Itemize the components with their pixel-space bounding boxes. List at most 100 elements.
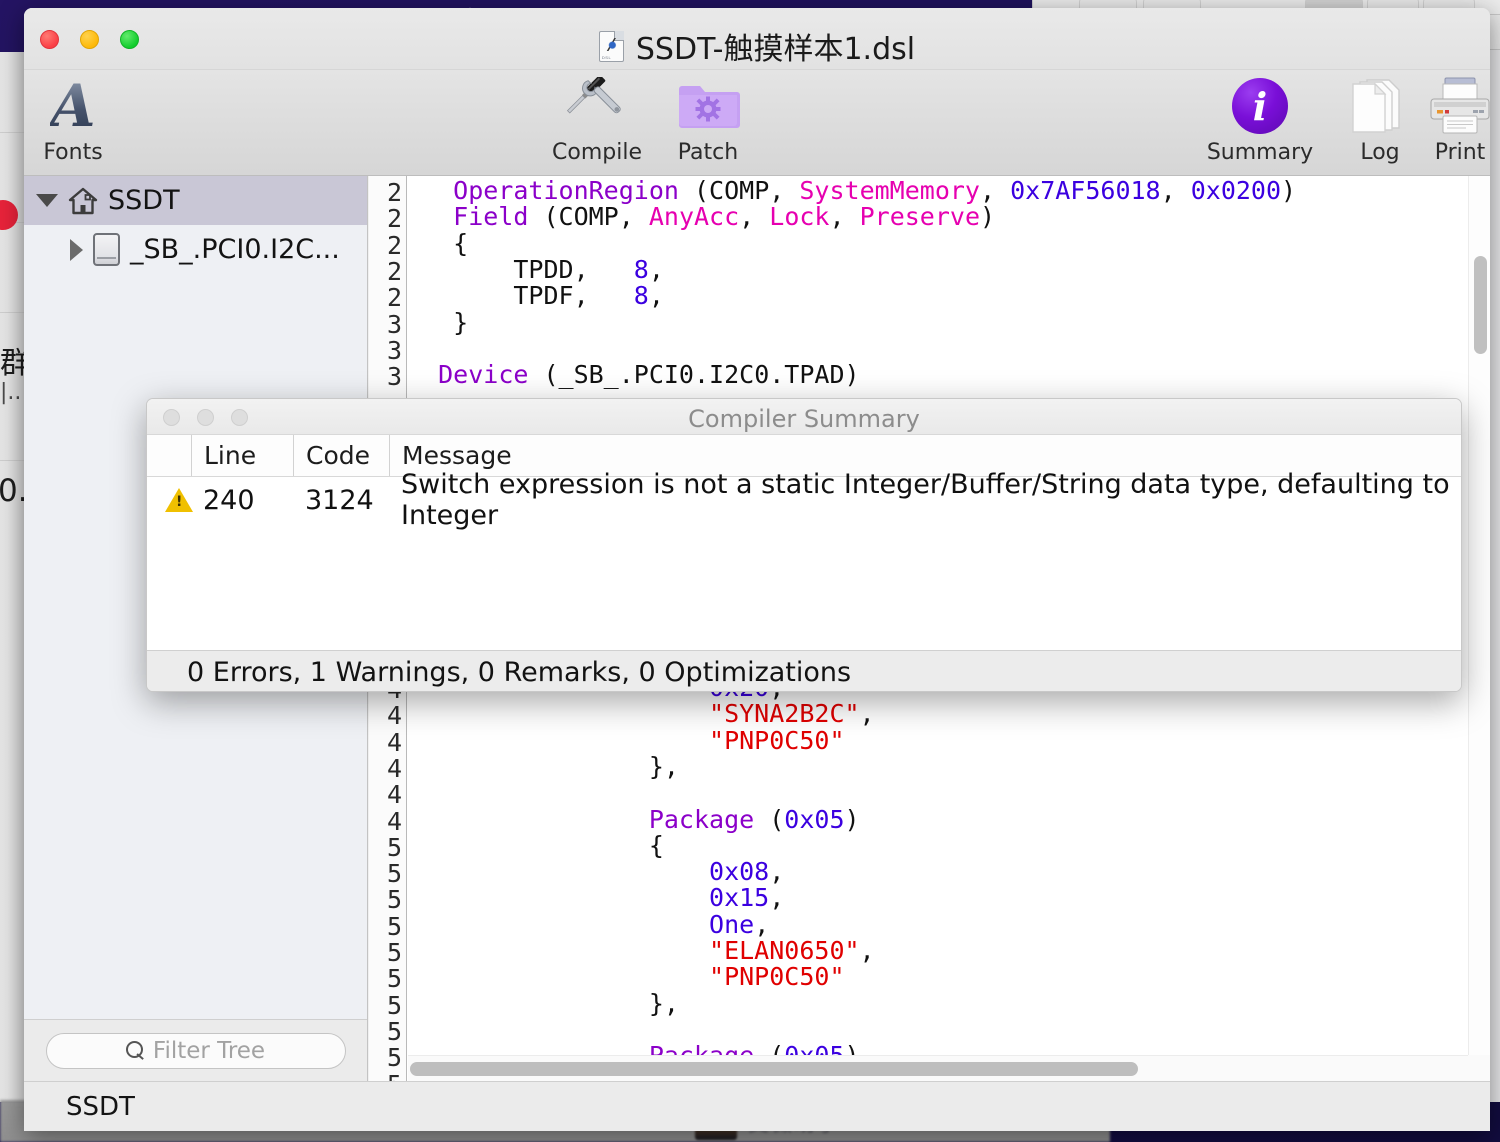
vertical-scrollbar-thumb[interactable] [1474, 256, 1487, 354]
filter-bar: Filter Tree [24, 1019, 367, 1081]
patch-icon [676, 74, 740, 138]
summary-info-glyph: i [1232, 78, 1288, 134]
toolbar-compile-label: Compile [552, 140, 642, 165]
tree-item-ssdt-root[interactable]: SSDT [24, 176, 367, 225]
code-line: }, [408, 754, 679, 780]
dialog-title: Compiler Summary [147, 405, 1461, 433]
chevron-right-icon[interactable] [70, 239, 83, 261]
table-row[interactable]: 240 3124 Switch expression is not a stat… [147, 477, 1461, 523]
code-line: { [408, 231, 468, 257]
code-line: "SYNA2B2C", [408, 701, 875, 727]
code-line: Device (_SB_.PCI0.I2C0.TPAD) [408, 362, 860, 388]
line-number: 5 [372, 912, 402, 941]
dialog-table-body[interactable]: 240 3124 Switch expression is not a stat… [147, 477, 1461, 651]
code-line: TPDF, 8, [408, 283, 664, 309]
toolbar-patch-label: Patch [678, 140, 738, 165]
tree-item-sb-pci0-i2c[interactable]: _SB_.PCI0.I2C... [24, 225, 367, 274]
line-number: 5 [372, 833, 402, 862]
code-line: Field (COMP, AnyAcc, Lock, Preserve) [408, 204, 995, 230]
line-number: 4 [372, 701, 402, 730]
vertical-scrollbar[interactable] [1468, 176, 1490, 1055]
log-icon [1349, 74, 1411, 138]
horizontal-scrollbar[interactable] [408, 1055, 1468, 1081]
tree-item-ssdt-root-label: SSDT [108, 185, 180, 216]
code-line: OperationRegion (COMP, SystemMemory, 0x7… [408, 178, 1296, 204]
toolbar-summary-button[interactable]: i Summary [1212, 74, 1308, 172]
window-title-group: DSL SSDT-触摸样本1.dsl [24, 24, 1490, 68]
line-number: 5 [372, 938, 402, 967]
tree-item-sb-pci0-i2c-label: _SB_.PCI0.I2C... [130, 234, 340, 265]
search-icon [126, 1041, 145, 1060]
compiler-summary-dialog: Compiler Summary Line Code Message 240 3… [146, 398, 1462, 692]
dsl-file-icon: DSL [599, 31, 624, 62]
chevron-down-icon[interactable] [36, 194, 58, 207]
line-number: 4 [372, 780, 402, 809]
house-icon [68, 187, 98, 215]
code-line: } [408, 310, 468, 336]
line-number: 2 [372, 257, 402, 286]
summary-icon: i [1232, 74, 1288, 138]
line-number: 2 [372, 178, 402, 207]
toolbar-fonts-label: Fonts [43, 140, 102, 165]
compile-icon [566, 74, 628, 138]
toolbar-fonts-button[interactable]: A Fonts [25, 74, 121, 172]
code-line: 0x08, [408, 859, 784, 885]
line-number: 4 [372, 807, 402, 836]
line-number: 5 [372, 859, 402, 888]
row-severity-cell [147, 488, 191, 512]
main-toolbar: A Fonts [24, 70, 1490, 176]
line-number: 5 [372, 1017, 402, 1046]
background-text-line-2: |.. [0, 380, 21, 405]
column-header-line[interactable]: Line [191, 435, 293, 476]
line-number: 5 [372, 964, 402, 993]
line-number: 3 [372, 336, 402, 365]
maciasl-window: DSL SSDT-触摸样本1.dsl A Fonts [24, 8, 1490, 1131]
code-line: One, [408, 912, 769, 938]
dialog-titlebar[interactable]: Compiler Summary [147, 399, 1461, 435]
status-bar: SSDT [24, 1081, 1490, 1131]
desktop-background: 群 |.. 0. 艾薇助手 DSL SSDT-触摸样本1.dsl A Fonts [0, 0, 1500, 1142]
code-line: "PNP0C50" [408, 964, 845, 990]
scrollbar-corner [1468, 1055, 1490, 1081]
row-code-cell: 3124 [293, 485, 389, 516]
print-icon [1428, 74, 1490, 138]
code-line: TPDD, 8, [408, 257, 664, 283]
column-header-code[interactable]: Code [293, 435, 389, 476]
toolbar-compile-button[interactable]: Compile [549, 74, 645, 172]
line-number: 4 [372, 754, 402, 783]
line-number: 2 [372, 283, 402, 312]
toolbar-print-label: Print [1435, 140, 1486, 165]
line-number: 5 [372, 885, 402, 914]
window-title: SSDT-触摸样本1.dsl [636, 24, 915, 68]
code-line: Package (0x05) [408, 1043, 860, 1055]
code-line: 0x15, [408, 885, 784, 911]
toolbar-print-button[interactable]: Print [1412, 74, 1490, 172]
dialog-footer: 0 Errors, 1 Warnings, 0 Remarks, 0 Optim… [147, 651, 1461, 692]
line-number: 5 [372, 1043, 402, 1072]
horizontal-scrollbar-thumb[interactable] [410, 1062, 1138, 1076]
filter-tree-input[interactable]: Filter Tree [46, 1033, 346, 1069]
warning-icon [165, 488, 193, 512]
row-message-cell: Switch expression is not a static Intege… [389, 469, 1461, 531]
line-number: 3 [372, 310, 402, 339]
toolbar-summary-label: Summary [1207, 140, 1313, 165]
line-number: 5 [372, 991, 402, 1020]
line-number: 3 [372, 362, 402, 391]
toolbar-log-label: Log [1360, 140, 1399, 165]
window-titlebar: DSL SSDT-触摸样本1.dsl [24, 8, 1490, 70]
row-line-cell: 240 [191, 485, 293, 516]
code-line: }, [408, 991, 679, 1017]
toolbar-patch-button[interactable]: Patch [660, 74, 756, 172]
filter-tree-placeholder: Filter Tree [153, 1038, 265, 1064]
code-line: "PNP0C50" [408, 728, 845, 754]
line-number: 2 [372, 231, 402, 260]
fonts-icon: A [50, 74, 95, 138]
document-icon [93, 233, 120, 266]
line-number: 4 [372, 728, 402, 757]
line-number: 2 [372, 204, 402, 233]
code-line: { [408, 833, 664, 859]
dialog-summary-counts: 0 Errors, 1 Warnings, 0 Remarks, 0 Optim… [187, 657, 851, 688]
column-header-severity[interactable] [147, 435, 191, 476]
code-line: Package (0x05) [408, 807, 860, 833]
code-line: "ELAN0650", [408, 938, 875, 964]
